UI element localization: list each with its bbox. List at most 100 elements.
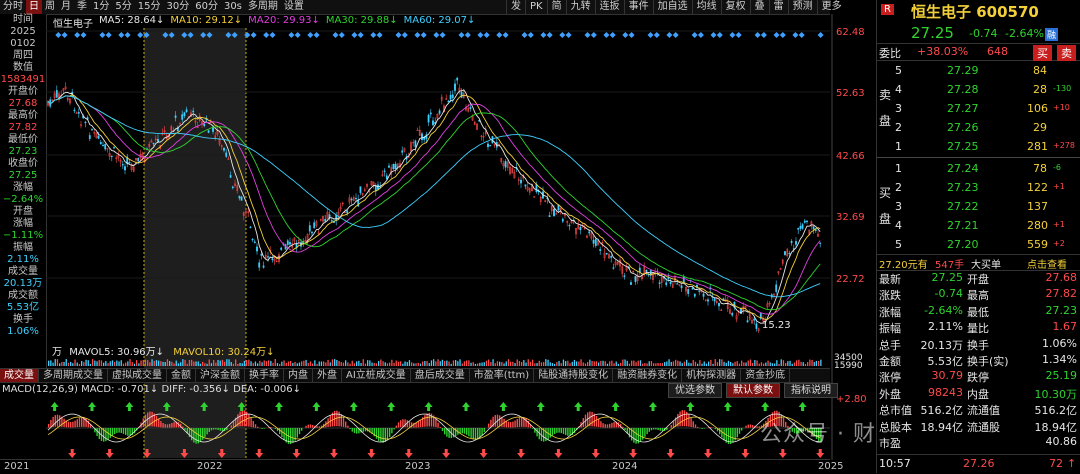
macd-bar (512, 422, 513, 428)
vol-axis-bottom: 15990 (834, 361, 863, 371)
period-11[interactable]: 多周期 (245, 0, 281, 14)
tool-6[interactable]: 加自选 (653, 0, 692, 14)
volume-bar (486, 361, 487, 366)
volume-bar (558, 361, 559, 366)
param-button-2[interactable]: 指标说明 (784, 383, 838, 398)
period-8[interactable]: 30分 (163, 0, 192, 14)
volume-bar (583, 362, 584, 366)
param-buttons: 优选参数默认参数指标说明 (668, 383, 838, 398)
tool-0[interactable]: 发 (506, 0, 525, 14)
tool-12[interactable]: 更多 (817, 0, 846, 14)
period-6[interactable]: 5分 (112, 0, 134, 14)
stat-value-8a: 516.2亿 (915, 402, 963, 418)
indicator-tab-13[interactable]: 机构探测器 (682, 369, 741, 382)
x-tick-2022: 2022 (197, 461, 222, 472)
signal-marker (818, 32, 824, 38)
macd-bar (158, 419, 159, 428)
tool-4[interactable]: 连扳 (595, 0, 624, 14)
period-1[interactable]: 日 (26, 0, 42, 14)
indicator-tab-11[interactable]: 陆股通持股变化 (534, 369, 613, 382)
volume-bar (662, 363, 663, 366)
signal-marker (55, 32, 61, 38)
volume-bar (385, 362, 386, 366)
view-link[interactable]: 点击查看 (1027, 256, 1067, 271)
tool-9[interactable]: 叠 (750, 0, 769, 14)
signal-marker (81, 32, 87, 38)
macd-bar (470, 428, 471, 438)
candle-body (718, 303, 719, 306)
bids-level-4: 5 (895, 238, 902, 251)
macd-bar (345, 422, 346, 428)
volume-bar (587, 362, 588, 366)
period-9[interactable]: 60分 (192, 0, 221, 14)
macd-bar (510, 422, 511, 427)
volume-bar (204, 363, 205, 366)
volume-bar (607, 364, 608, 366)
volume-bar (534, 363, 535, 366)
tool-11[interactable]: 预测 (788, 0, 817, 14)
indicator-tab-14[interactable]: 资金抄底 (741, 369, 790, 382)
volume-bar (160, 361, 161, 366)
stat-value-5b: 1.34% (1023, 353, 1077, 366)
indicator-tab-10[interactable]: 市盈率(ttm) (470, 369, 534, 382)
indicator-tab-12[interactable]: 融资融券变化 (613, 369, 682, 382)
volume-bar (270, 361, 271, 366)
big-order-row[interactable]: 27.20元有 547手 大买单 点击查看 (877, 254, 1080, 271)
candle-body (267, 256, 268, 257)
macd-bar (213, 428, 214, 429)
tool-7[interactable]: 均线 (692, 0, 721, 14)
period-3[interactable]: 月 (58, 0, 74, 14)
volume-bar (541, 362, 542, 366)
indicator-tab-2[interactable]: 虚拟成交量 (108, 369, 167, 382)
period-7[interactable]: 15分 (135, 0, 164, 14)
volume-bar (215, 363, 216, 366)
param-button-1[interactable]: 默认参数 (726, 383, 780, 398)
indicator-tab-9[interactable]: 盘后成交量 (411, 369, 470, 382)
volume-bar (261, 362, 262, 366)
volume-bar (389, 363, 390, 366)
sell-button[interactable]: 卖 (1057, 45, 1076, 61)
volume-bar (649, 361, 650, 366)
indicator-tab-7[interactable]: 外盘 (313, 369, 342, 382)
candle-body (525, 185, 526, 187)
period-10[interactable]: 30s (221, 0, 245, 14)
period-0[interactable]: 分时 (0, 0, 26, 14)
tool-2[interactable]: 简 (547, 0, 566, 14)
macd-bar (352, 428, 353, 432)
candle-body (505, 161, 506, 167)
indicator-tab-3[interactable]: 金额 (167, 369, 196, 382)
indicator-tab-6[interactable]: 内盘 (284, 369, 313, 382)
candle-body (186, 110, 187, 112)
period-12[interactable]: 设置 (281, 0, 307, 14)
volume-bar (457, 361, 458, 366)
asks-level-4: 1 (895, 140, 902, 153)
signal-marker (263, 32, 269, 38)
indicator-tab-4[interactable]: 沪深金额 (196, 369, 245, 382)
buy-button[interactable]: 买 (1033, 45, 1052, 61)
tool-1[interactable]: PK (525, 0, 547, 14)
macd-bar (226, 428, 227, 430)
macd-bar (609, 424, 610, 428)
param-button-0[interactable]: 优选参数 (668, 383, 722, 398)
volume-bar (699, 360, 700, 366)
indicator-tab-0[interactable]: 成交量 (0, 369, 39, 382)
volume-bar (101, 360, 102, 366)
period-4[interactable]: 季 (74, 0, 90, 14)
tool-10[interactable]: 雷 (769, 0, 788, 14)
indicator-tab-8[interactable]: AI立桩成交量 (342, 369, 411, 382)
volume-bar (407, 362, 408, 366)
volume-bar (721, 359, 722, 366)
volume-bar (470, 363, 471, 366)
tool-8[interactable]: 复权 (721, 0, 750, 14)
period-5[interactable]: 1分 (90, 0, 112, 14)
stat-value-4a: 20.13万 (915, 337, 963, 353)
indicator-tab-5[interactable]: 换手率 (245, 369, 284, 382)
tool-3[interactable]: 九转 (566, 0, 595, 14)
tool-5[interactable]: 事件 (624, 0, 653, 14)
period-2[interactable]: 周 (42, 0, 58, 14)
volume-bar (107, 363, 108, 366)
volume-bar (448, 362, 449, 366)
indicator-tab-1[interactable]: 多周期成交量 (39, 369, 108, 382)
volume-bar (52, 363, 53, 366)
volume-bar (72, 363, 73, 366)
